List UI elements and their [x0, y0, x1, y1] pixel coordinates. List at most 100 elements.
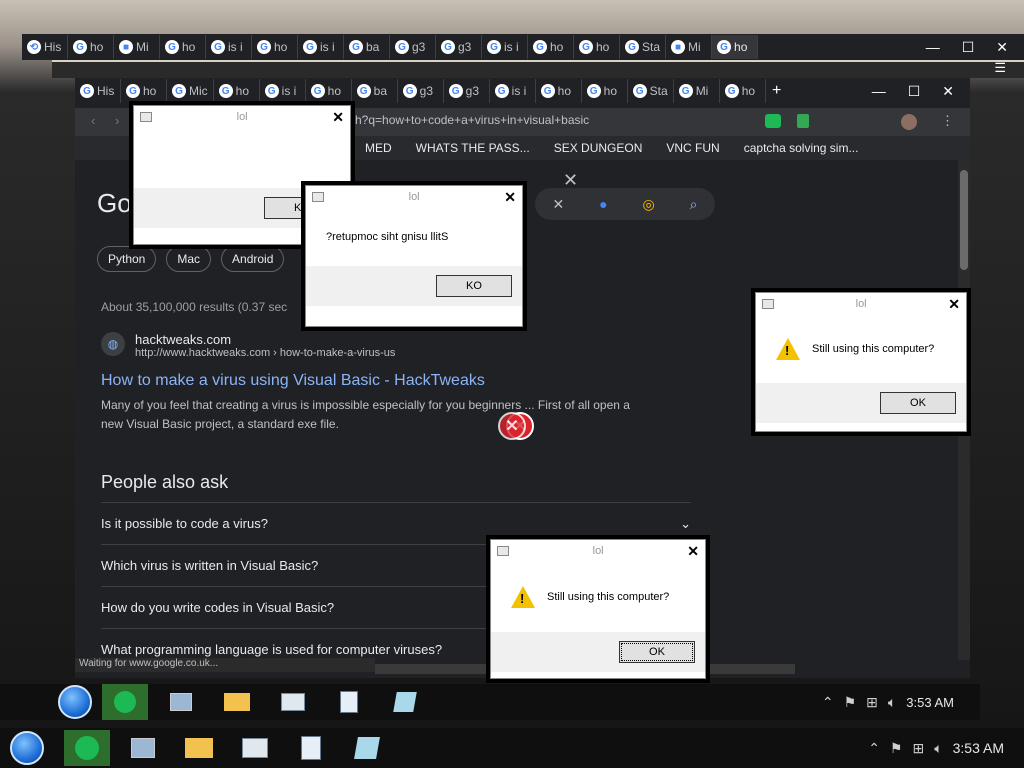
site-name: hacktweaks.com	[135, 332, 232, 347]
browser-tab[interactable]: Gis i	[482, 35, 528, 59]
filter-chip[interactable]: Mac	[166, 246, 212, 272]
tab-label: Mi	[688, 40, 701, 54]
spotify-taskbar-icon[interactable]	[64, 730, 110, 766]
maximize-icon[interactable]: ☐	[962, 39, 975, 56]
url-field[interactable]: h?q=how+to+code+a+virus+in+visual+basic	[355, 113, 589, 127]
bookmark-item[interactable]: SEX DUNGEON	[554, 141, 643, 155]
kebab-menu-icon[interactable]: ⋮	[941, 113, 954, 129]
clear-icon[interactable]: ✕	[552, 196, 564, 213]
bookmark-item[interactable]: WHATS THE PASS...	[416, 141, 530, 155]
chevron-up-icon[interactable]: ⌃	[822, 694, 834, 711]
browser-tab[interactable]: ■ Mi	[114, 35, 160, 59]
browser-tab[interactable]: Gho	[720, 79, 766, 103]
result-title-link[interactable]: How to make a virus using Visual Basic -…	[101, 372, 485, 390]
menu-lines-icon[interactable]: ☰	[994, 60, 1006, 76]
scroll-thumb[interactable]	[960, 170, 968, 270]
close-icon[interactable]: ✕	[942, 83, 954, 100]
lens-icon[interactable]: ◎	[643, 196, 655, 213]
browser-tab[interactable]: G Sta	[620, 35, 667, 59]
close-icon[interactable]: ✕	[948, 296, 960, 313]
browser-tab[interactable]: Gg3	[390, 35, 436, 59]
browser-tab[interactable]: ⟲ His	[22, 35, 68, 59]
bookmark-item[interactable]: VNC FUN	[666, 141, 719, 155]
file-explorer-icon[interactable]	[176, 730, 222, 766]
browser-tab[interactable]: Gho	[574, 35, 620, 59]
wordpad-icon[interactable]	[326, 684, 372, 720]
filter-chip[interactable]: Python	[97, 246, 157, 272]
google-logo[interactable]: Go	[97, 188, 132, 219]
forward-arrow-icon[interactable]: ›	[115, 113, 119, 128]
browser-tab[interactable]: Gis i	[260, 79, 306, 103]
browser-tab[interactable]: Gg3	[398, 79, 444, 103]
clock[interactable]: 3:53 AM	[953, 740, 1004, 756]
maximize-icon[interactable]: ☐	[908, 83, 921, 100]
close-icon[interactable]: ✕	[996, 39, 1008, 56]
back-arrow-icon[interactable]: ‹	[91, 113, 95, 128]
bookmark-item[interactable]: captcha solving sim...	[744, 141, 859, 155]
browser-tab[interactable]: Gis i	[298, 35, 344, 59]
browser-tab[interactable]: Gho	[712, 35, 759, 59]
volume-icon[interactable]: 🔈︎	[934, 740, 942, 757]
bookmark-extension-icon[interactable]	[797, 114, 809, 128]
google-icon: G	[349, 40, 363, 54]
control-panel-icon[interactable]	[270, 684, 316, 720]
spotify-taskbar-icon[interactable]	[102, 684, 148, 720]
network-icon[interactable]: ⊞	[912, 740, 924, 757]
close-icon[interactable]: ✕	[687, 543, 699, 560]
browser-tab[interactable]: Gba	[352, 79, 398, 103]
result-source[interactable]: ◍ hacktweaks.com http://www.hacktweaks.c…	[101, 332, 395, 359]
browser-tab[interactable]: G Sta	[628, 79, 674, 103]
browser-tab[interactable]: Gho	[68, 35, 114, 59]
browser-tab[interactable]: G Mi	[674, 79, 720, 103]
ok-button[interactable]: OK	[880, 392, 956, 414]
browser-tab[interactable]: Gho	[160, 35, 206, 59]
chevron-up-icon[interactable]: ⌃	[868, 740, 880, 757]
profile-avatar[interactable]	[901, 114, 917, 130]
browser-tab[interactable]: Gho	[536, 79, 582, 103]
browser-tab[interactable]: Gho	[121, 79, 167, 103]
wordpad-icon[interactable]	[288, 730, 334, 766]
ok-button[interactable]: OK	[619, 641, 695, 663]
minimize-icon[interactable]: —	[926, 39, 940, 56]
microphone-icon[interactable]: ●	[599, 196, 607, 212]
paa-question[interactable]: Is it possible to code a virus? ⌄	[101, 502, 691, 544]
minimize-icon[interactable]: —	[872, 83, 886, 100]
security-flag-icon[interactable]: ⚑	[844, 694, 857, 711]
volume-icon[interactable]: 🔈︎	[888, 694, 896, 711]
browser-tab[interactable]: Gba	[344, 35, 390, 59]
outer-taskbar: ⌃ ⚑ ⊞ 🔈︎ 3:53 AM	[0, 728, 1024, 768]
browser-tab[interactable]: G His	[75, 79, 121, 103]
browser-tab[interactable]: Gis i	[490, 79, 536, 103]
security-flag-icon[interactable]: ⚑	[890, 740, 903, 757]
browser-tab[interactable]: Gho	[306, 79, 352, 103]
google-icon: G	[586, 84, 601, 98]
control-panel-icon[interactable]	[232, 730, 278, 766]
spotify-extension-icon[interactable]	[765, 114, 781, 128]
bookmark-item[interactable]: MED	[365, 141, 392, 155]
tab-label: His	[97, 84, 115, 98]
notepad-icon[interactable]	[344, 730, 390, 766]
notepad-icon[interactable]	[382, 684, 428, 720]
browser-tab[interactable]: Gg3	[436, 35, 482, 59]
filter-chip[interactable]: Android	[221, 246, 285, 272]
browser-tab[interactable]: Gho	[582, 79, 628, 103]
task-manager-icon[interactable]	[120, 730, 166, 766]
close-icon[interactable]: ✕	[332, 109, 344, 126]
task-manager-icon[interactable]	[158, 684, 204, 720]
close-icon[interactable]: ✕	[504, 189, 516, 206]
browser-tab[interactable]: G Mic	[167, 79, 214, 103]
clock[interactable]: 3:53 AM	[906, 695, 954, 710]
ko-button[interactable]: KO	[436, 275, 512, 297]
search-icon[interactable]: ⌕	[690, 196, 698, 213]
new-tab-button[interactable]: +	[766, 82, 788, 100]
browser-tab[interactable]: Gho	[528, 35, 574, 59]
start-button[interactable]	[10, 731, 44, 765]
network-icon[interactable]: ⊞	[866, 694, 878, 711]
file-explorer-icon[interactable]	[214, 684, 260, 720]
browser-tab[interactable]: ■ Mi	[666, 35, 713, 59]
browser-tab[interactable]: Gho	[214, 79, 260, 103]
browser-tab[interactable]: Gg3	[444, 79, 490, 103]
start-button[interactable]	[58, 685, 92, 719]
browser-tab[interactable]: Gho	[252, 35, 298, 59]
browser-tab[interactable]: Gis i	[206, 35, 252, 59]
